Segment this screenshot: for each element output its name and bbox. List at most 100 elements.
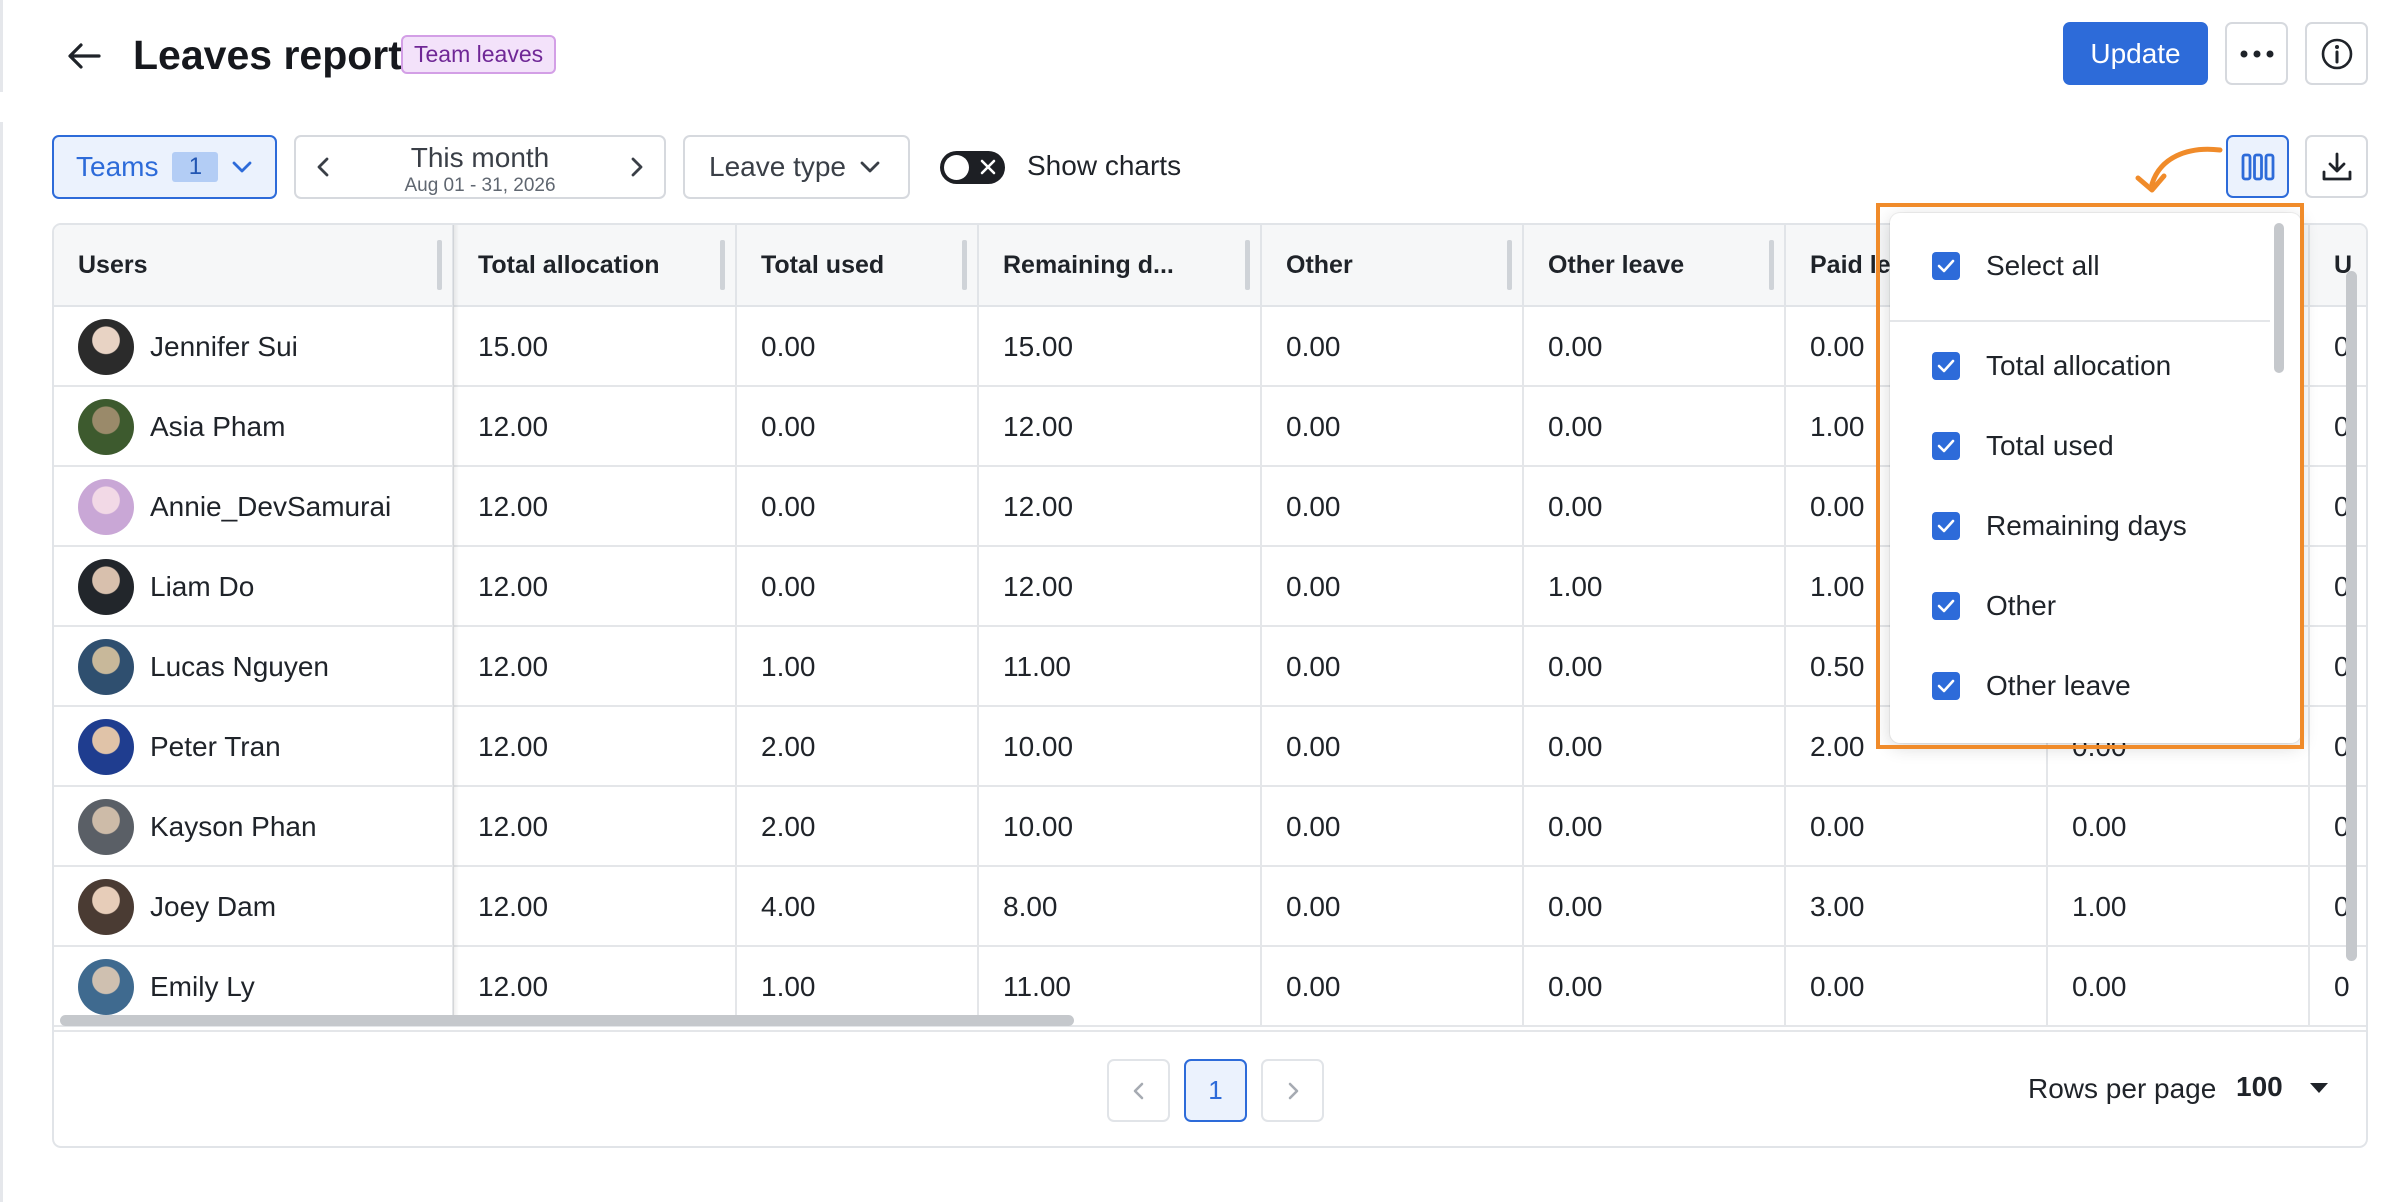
chevron-right-icon (631, 157, 643, 177)
column-header-total-used[interactable]: Total used (737, 225, 979, 305)
user-cell[interactable]: Annie_DevSamurai (54, 467, 454, 547)
avatar (78, 879, 134, 935)
table-row: Joey Dam 12.00 4.00 8.00 0.00 0.00 3.00 1.00 0 (54, 867, 2366, 947)
user-name: Jennifer Sui (150, 331, 298, 362)
column-header-other-leave[interactable]: Other leave (1524, 225, 1786, 305)
rows-per-page-select[interactable]: 100 (2236, 1071, 2283, 1103)
table-cell: 0.00 (1262, 787, 1524, 867)
chevron-right-icon (1288, 1082, 1298, 1099)
table-cell: 12.00 (454, 867, 737, 947)
user-cell[interactable]: Lucas Nguyen (54, 627, 454, 707)
download-button[interactable] (2305, 135, 2368, 198)
info-button[interactable] (2305, 22, 2368, 85)
date-range-picker[interactable]: This month Aug 01 - 31, 2026 (294, 135, 666, 199)
user-cell[interactable]: Peter Tran (54, 707, 454, 787)
table-cell: 12.00 (979, 547, 1262, 627)
info-icon (2321, 38, 2352, 69)
column-resize-handle[interactable] (1769, 240, 1774, 290)
table-cell: 0 (2310, 627, 2366, 707)
table-cell: 0 (2310, 867, 2366, 947)
table-cell: 1.00 (1524, 547, 1786, 627)
toggle-knob (944, 155, 969, 180)
page-title: Leaves report (133, 32, 402, 78)
columns-icon (2241, 153, 2274, 180)
table-cell: 0.00 (1524, 947, 1786, 1027)
horizontal-scrollbar[interactable] (60, 1015, 1074, 1026)
table-cell: 0.00 (1262, 467, 1524, 547)
column-resize-handle[interactable] (962, 240, 967, 290)
column-header-u[interactable]: U (2310, 225, 2366, 305)
highlight-annotation (1876, 203, 2304, 749)
columns-button[interactable] (2226, 135, 2289, 198)
teams-count-badge: 1 (172, 152, 219, 182)
show-charts-toggle[interactable] (940, 151, 1005, 184)
next-month-button[interactable] (626, 153, 646, 186)
column-header-users[interactable]: Users (54, 225, 454, 305)
table-cell: 12.00 (454, 387, 737, 467)
column-header-total-allocation[interactable]: Total allocation (454, 225, 737, 305)
table-cell: 12.00 (454, 707, 737, 787)
table-cell: 0.00 (737, 387, 979, 467)
table-cell: 0.00 (1262, 547, 1524, 627)
avatar (78, 559, 134, 615)
avatar (78, 959, 134, 1015)
page-1-button[interactable]: 1 (1184, 1059, 1247, 1122)
table-cell: 0 (2310, 547, 2366, 627)
column-resize-handle[interactable] (1245, 240, 1250, 290)
avatar (78, 479, 134, 535)
vertical-scrollbar[interactable] (2346, 271, 2357, 961)
more-horizontal-icon (2240, 50, 2273, 57)
table-cell: 0.00 (1262, 707, 1524, 787)
table-cell: 2.00 (737, 707, 979, 787)
user-name: Asia Pham (150, 411, 286, 442)
teams-filter-button[interactable]: Teams 1 (52, 135, 277, 199)
table-cell: 0.00 (1262, 947, 1524, 1027)
user-cell[interactable]: Liam Do (54, 547, 454, 627)
leave-type-label: Leave type (709, 151, 846, 182)
table-cell: 0 (2310, 467, 2366, 547)
column-resize-handle[interactable] (720, 240, 725, 290)
avatar (78, 799, 134, 855)
table-cell: 10.00 (979, 787, 1262, 867)
table-cell: 0.00 (1524, 387, 1786, 467)
table-cell: 0 (2310, 307, 2366, 387)
table-cell: 12.00 (454, 787, 737, 867)
user-cell[interactable]: Joey Dam (54, 867, 454, 947)
user-cell[interactable]: Kayson Phan (54, 787, 454, 867)
user-name: Lucas Nguyen (150, 651, 330, 682)
column-resize-handle[interactable] (1507, 240, 1512, 290)
prev-page-button[interactable] (1107, 1059, 1170, 1122)
table-cell: 0.00 (1524, 307, 1786, 387)
caret-down-icon[interactable] (2309, 1082, 2329, 1094)
show-charts-label: Show charts (1027, 150, 1182, 181)
table-cell: 0 (2310, 947, 2366, 1027)
update-button[interactable]: Update (2063, 22, 2208, 85)
table-cell: 0.00 (1524, 787, 1786, 867)
table-cell: 1.00 (737, 627, 979, 707)
table-cell: 0.00 (2048, 947, 2310, 1027)
table-cell: 0 (2310, 707, 2366, 787)
leave-type-dropdown[interactable]: Leave type (683, 135, 910, 199)
column-header-remaining-days[interactable]: Remaining d... (979, 225, 1262, 305)
user-name: Liam Do (150, 571, 255, 602)
table-cell: 12.00 (979, 467, 1262, 547)
user-cell[interactable]: Jennifer Sui (54, 307, 454, 387)
teams-label: Teams (76, 151, 159, 182)
table-row: Kayson Phan 12.00 2.00 10.00 0.00 0.00 0.00 0.0… (54, 787, 2366, 867)
table-cell: 12.00 (454, 547, 737, 627)
more-options-button[interactable] (2225, 22, 2288, 85)
team-leaves-badge: Team leaves (401, 35, 557, 74)
footer-divider (54, 1030, 2366, 1032)
table-cell: 0.00 (1524, 467, 1786, 547)
user-cell[interactable]: Asia Pham (54, 387, 454, 467)
back-button[interactable] (58, 30, 110, 82)
avatar (78, 639, 134, 695)
left-border (0, 0, 3, 1202)
next-page-button[interactable] (1261, 1059, 1324, 1122)
table-cell: 4.00 (737, 867, 979, 947)
date-range-title: This month (410, 142, 550, 173)
column-header-other[interactable]: Other (1262, 225, 1524, 305)
column-resize-handle[interactable] (437, 240, 442, 290)
table-cell: 1.00 (2048, 867, 2310, 947)
table-cell: 0.00 (1262, 867, 1524, 947)
